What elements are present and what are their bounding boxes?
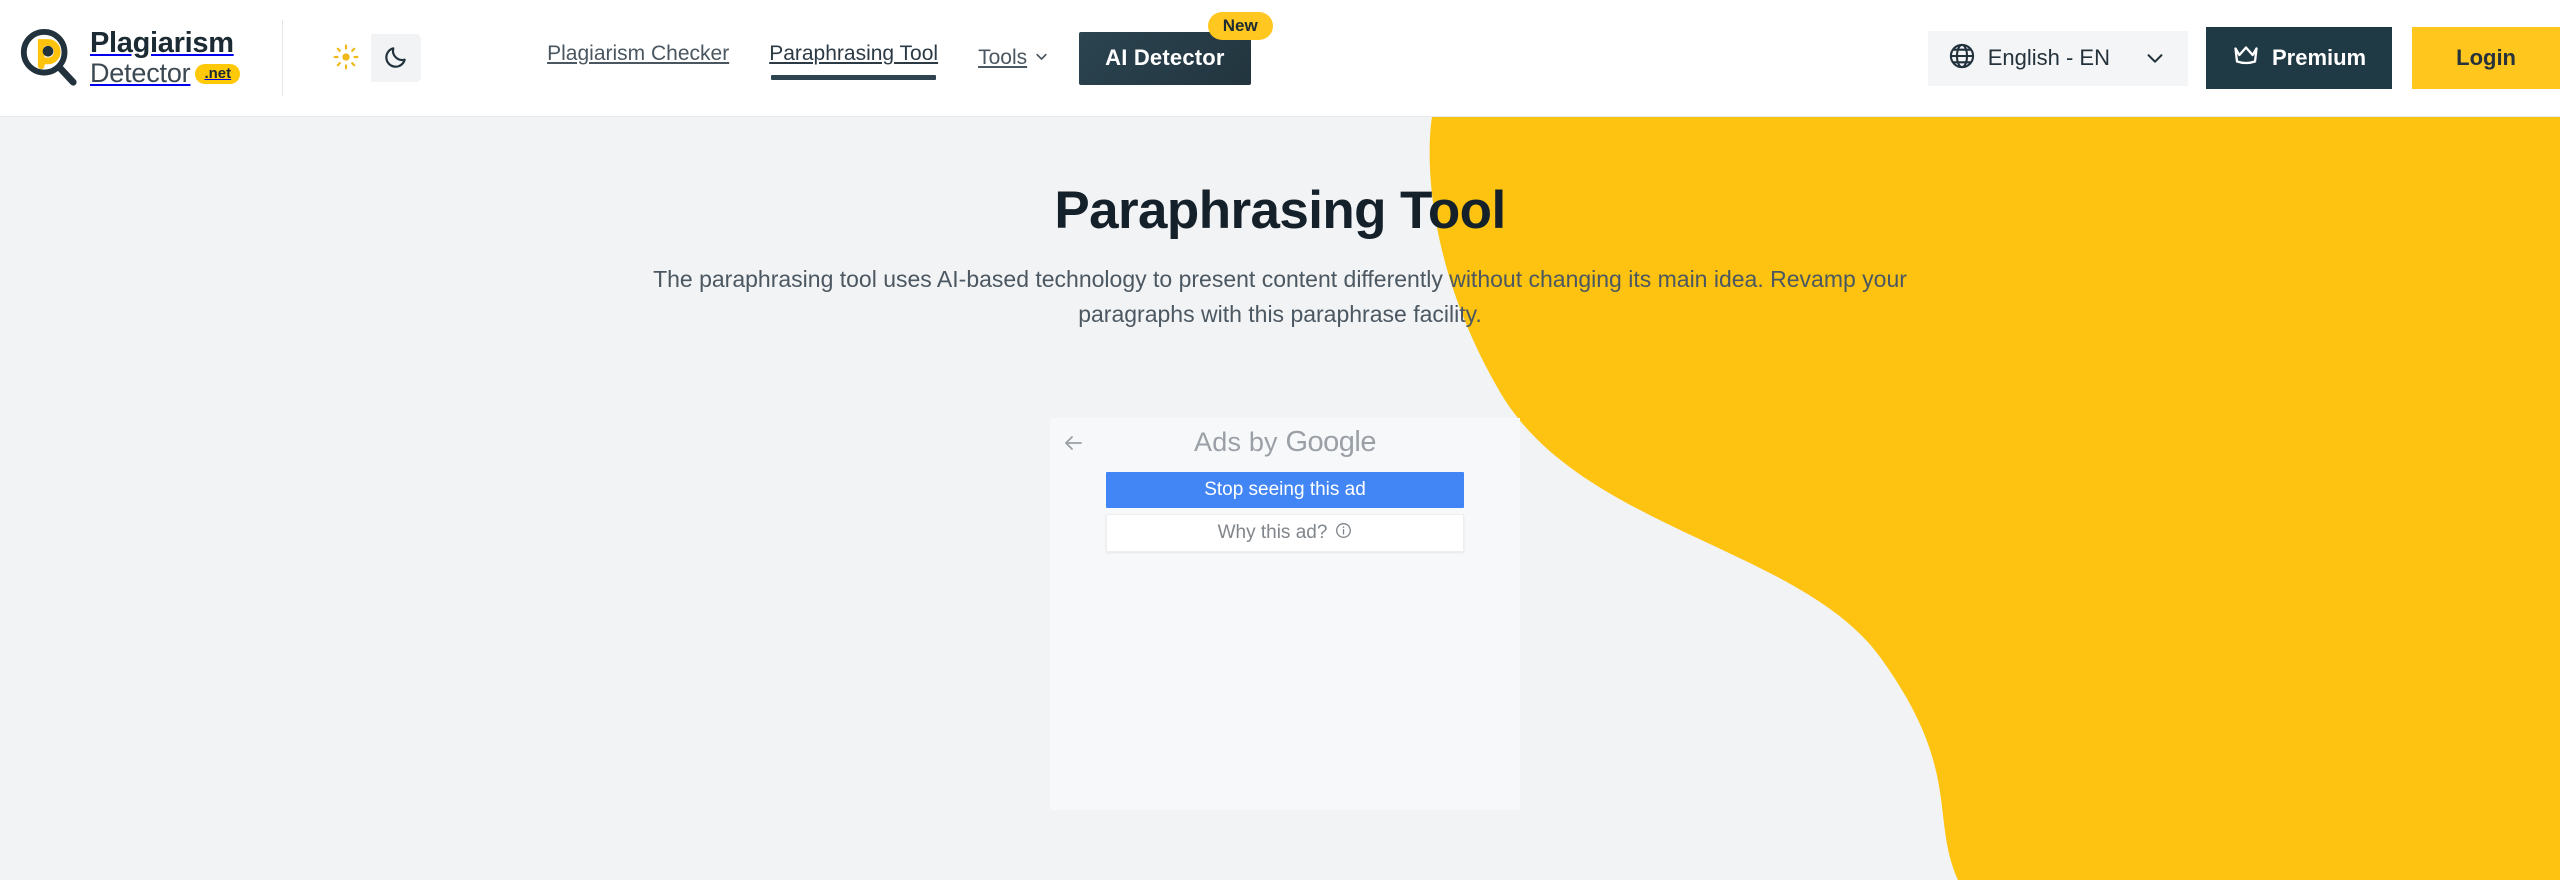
google-ad-panel: Ads by Google Stop seeing this ad Why th… [1050,418,1520,810]
ads-by-prefix: Ads by [1194,427,1286,457]
ai-detector-wrapper: AI Detector New [1079,11,1273,85]
premium-button[interactable]: Premium [2205,27,2393,89]
magnifier-p-logo-icon [18,27,80,89]
logo-wordmark: Plagiarism Detector .net [90,27,241,88]
header-divider [282,20,284,96]
globe-icon [1948,42,1976,75]
moon-icon [383,44,409,73]
theme-light-button[interactable] [321,34,372,82]
info-circle-icon [1335,522,1352,545]
main-content: Paraphrasing Tool The paraphrasing tool … [0,117,2560,332]
page-subtitle: The paraphrasing tool uses AI-based tech… [653,266,1907,328]
header-right-cluster: English - EN Premium Login [1927,0,2560,117]
language-selector[interactable]: English - EN [1927,30,2188,86]
google-brand-word: Google [1285,426,1376,458]
why-this-ad-button[interactable]: Why this ad? [1106,514,1464,552]
nav-item-paraphrasing-tool[interactable]: Paraphrasing Tool [769,34,938,82]
crown-icon [2232,43,2260,73]
stop-seeing-ad-button[interactable]: Stop seeing this ad [1106,472,1464,508]
why-this-ad-label: Why this ad? [1217,522,1328,543]
theme-toggle[interactable] [321,34,422,82]
logo-tld-badge: .net [195,63,241,84]
chevron-down-icon [2144,47,2166,69]
premium-label: Premium [2271,45,2367,70]
nav-item-plagiarism-checker[interactable]: Plagiarism Checker [547,34,729,82]
nav-item-tools[interactable]: Tools [978,38,1049,78]
login-button[interactable]: Login [2412,27,2560,89]
arrow-left-icon[interactable] [1060,430,1086,456]
new-badge: New [1207,11,1273,40]
language-label: English - EN [1987,45,2110,70]
site-logo[interactable]: Plagiarism Detector .net [18,27,241,89]
theme-dark-button[interactable] [371,34,421,82]
page-title: Paraphrasing Tool [1054,181,1506,240]
primary-nav: Plagiarism Checker Paraphrasing Tool Too… [547,34,1049,82]
chevron-down-icon [1034,46,1049,70]
site-header: Plagiarism Detector .net Plagiarism Chec… [0,0,2560,117]
logo-line-detector: Detector [90,58,191,88]
ads-by-google-label: Ads by Google [1050,418,1520,459]
logo-line-plagiarism: Plagiarism [90,27,234,59]
nav-item-tools-label: Tools [978,46,1028,69]
sun-icon [333,44,359,73]
